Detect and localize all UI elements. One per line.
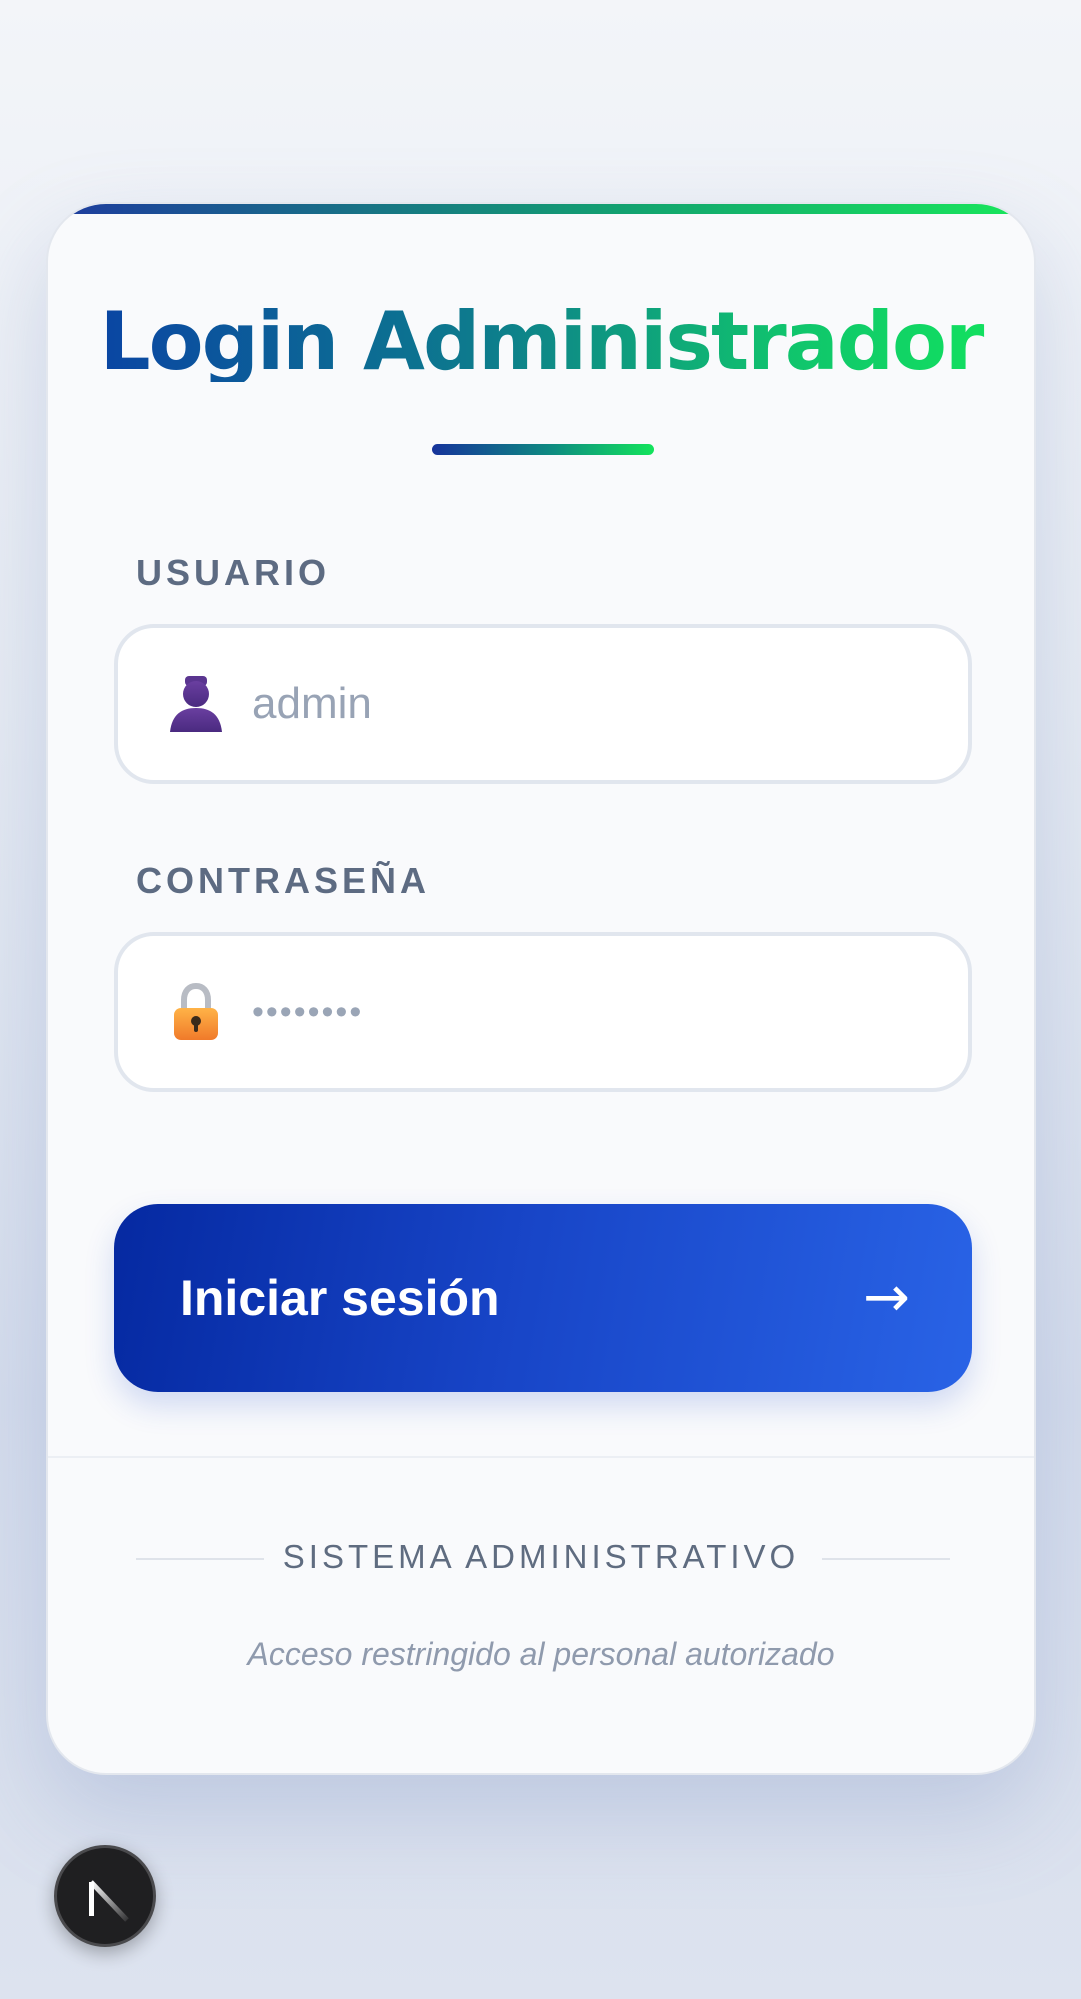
card-accent-bar (48, 204, 1034, 214)
arrow-right-icon: → (863, 1265, 910, 1330)
login-card: Login Administrador USUARIO admin CONTRA… (46, 202, 1036, 1775)
login-button[interactable]: Iniciar sesión → (114, 1204, 972, 1392)
user-icon (170, 676, 222, 732)
nextjs-icon (89, 1880, 129, 1922)
lock-icon (174, 982, 218, 1040)
username-label: USUARIO (136, 552, 331, 593)
password-field[interactable]: •••••••• (114, 932, 972, 1092)
login-button-label: Iniciar sesión (180, 1270, 500, 1326)
username-input[interactable]: admin (252, 628, 372, 780)
username-field[interactable]: admin (114, 624, 972, 784)
access-note: Acceso restringido al personal autorizad… (247, 1636, 835, 1672)
password-input[interactable]: •••••••• (252, 936, 363, 1088)
footer-divider (48, 1456, 1034, 1458)
nextjs-badge-button[interactable] (54, 1845, 156, 1947)
system-label: SISTEMA ADMINISTRATIVO (282, 1538, 800, 1575)
password-label: CONTRASEÑA (136, 860, 431, 901)
page-title: Login Administrador (48, 302, 1034, 382)
title-underline (432, 444, 654, 455)
